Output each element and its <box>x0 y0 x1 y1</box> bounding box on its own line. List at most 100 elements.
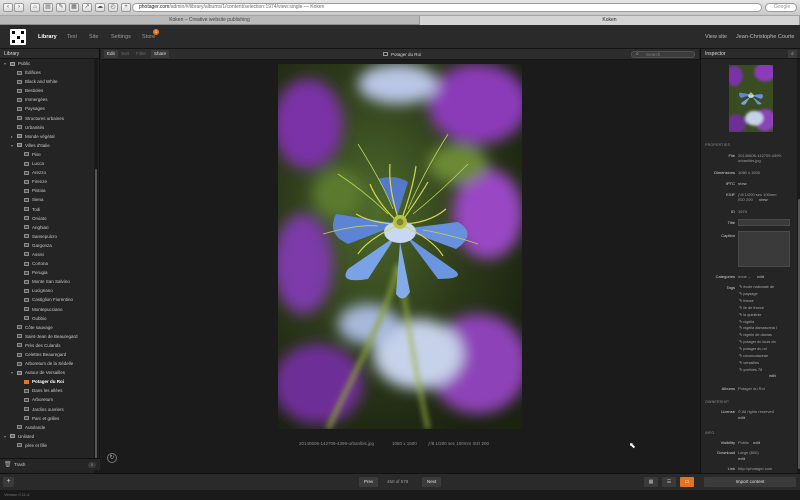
chevron-right-icon[interactable]: ▸ <box>11 132 13 141</box>
chevron-down-icon[interactable]: ▾ <box>4 59 6 68</box>
search-input[interactable]: ⌕ Search <box>631 51 695 58</box>
tag-item[interactable]: ✎ ile de france <box>739 305 764 310</box>
library-item[interactable]: Dans les allées <box>0 386 94 395</box>
tag-item[interactable]: ✎ france <box>739 298 754 303</box>
visibility-edit-link[interactable]: edit <box>753 440 760 445</box>
library-item[interactable]: Pise <box>0 150 94 159</box>
library-item[interactable]: Orviato <box>0 214 94 223</box>
tab-sort[interactable]: Sort <box>118 50 132 58</box>
exif-view-link[interactable]: view <box>759 197 768 202</box>
browser-search-input[interactable]: Google <box>765 3 797 12</box>
address-bar[interactable]: photager.com/admin/#/library/albums/1/co… <box>132 3 762 12</box>
library-item[interactable]: Pistoia <box>0 186 94 195</box>
license-edit-link[interactable]: edit <box>738 415 745 420</box>
library-item[interactable]: Celettes Beauregard <box>0 350 94 359</box>
library-item[interactable]: Cortona <box>0 259 94 268</box>
tag-item[interactable]: ✎ potager du louis xiv <box>739 339 776 344</box>
library-item[interactable]: Paysages <box>0 104 94 113</box>
library-item[interactable]: Lucca <box>0 159 94 168</box>
library-item[interactable]: père et fille <box>0 441 94 450</box>
library-item[interactable]: Todi <box>0 205 94 214</box>
library-item[interactable]: Castiglion Fiorentino <box>0 295 94 304</box>
library-item[interactable]: ▾ Villes d'Italie <box>0 141 94 150</box>
download-edit-link[interactable]: edit <box>738 456 745 461</box>
tag-item[interactable]: ✎ paysage <box>739 291 758 296</box>
nav-text[interactable]: Text <box>67 34 77 40</box>
caption-textarea[interactable] <box>738 231 790 267</box>
library-item[interactable]: Arboretum de la Sédelle <box>0 359 94 368</box>
library-scrollbar[interactable] <box>94 59 98 473</box>
library-item[interactable]: Gargonza <box>0 241 94 250</box>
wrench-icon[interactable]: ✎ <box>56 3 66 12</box>
library-item[interactable]: Sansepulcro <box>0 232 94 241</box>
bookmarks-icon[interactable]: ▤ <box>43 3 53 12</box>
tag-item[interactable]: ✎ versailles <box>739 360 759 365</box>
tag-item[interactable]: ✎ potager du roi <box>739 346 767 351</box>
home-icon[interactable]: ⌂ <box>30 3 40 12</box>
share-icon[interactable]: ↗ <box>82 3 92 12</box>
library-item[interactable]: ▾ Autour de Versailles <box>0 368 94 377</box>
nav-settings[interactable]: Settings <box>111 34 131 40</box>
chevron-down-icon[interactable]: ▾ <box>4 432 6 441</box>
library-item[interactable]: Assisi <box>0 250 94 259</box>
link-value[interactable]: http://photager.com <box>738 466 772 471</box>
library-item[interactable]: Black and White <box>0 77 94 86</box>
new-tab-icon[interactable]: + <box>121 3 131 12</box>
library-item[interactable]: Monte San Salvino <box>0 277 94 286</box>
nav-library[interactable]: Library <box>38 34 57 40</box>
library-item[interactable]: Immergées <box>0 95 94 104</box>
iptc-view-link[interactable]: view <box>738 181 747 186</box>
title-input[interactable] <box>738 219 790 226</box>
grid-view-icon[interactable]: ▦ <box>644 477 658 487</box>
tab-edit[interactable]: Edit <box>104 50 118 58</box>
browser-tab-1[interactable]: Koken – Creative website publishing <box>0 16 420 25</box>
user-name[interactable]: Jean-Christophe Courte <box>736 34 794 40</box>
library-item[interactable]: Firenze <box>0 177 94 186</box>
library-item[interactable]: Lucignano <box>0 286 94 295</box>
tag-item[interactable]: ✎ école nationale de <box>739 284 774 289</box>
library-item[interactable]: Arezzo <box>0 168 94 177</box>
tag-item[interactable]: ✎ nigelle de damas <box>739 332 772 337</box>
categories-edit-link[interactable]: edit <box>757 274 764 279</box>
library-item[interactable]: Urbanités <box>0 123 94 132</box>
nav-site[interactable]: Site <box>89 34 98 40</box>
library-item[interactable]: Autolande <box>0 423 94 432</box>
back-icon[interactable]: ‹ <box>3 3 13 12</box>
library-item[interactable]: ▾ Unlisted <box>0 432 94 441</box>
search-icon[interactable]: ⌕ <box>788 50 797 58</box>
library-item[interactable]: Jardins ouvriers <box>0 405 94 414</box>
next-button[interactable]: Next <box>422 477 442 487</box>
cloud-icon[interactable]: ☁ <box>95 3 105 12</box>
tag-item[interactable]: ✎ la quintinie <box>739 312 761 317</box>
rotate-icon[interactable]: ↻ <box>107 453 117 463</box>
koken-logo[interactable] <box>10 29 26 45</box>
library-item[interactable]: Potager du Roi <box>0 377 94 386</box>
add-icon[interactable]: + <box>3 477 14 487</box>
tags-edit-link[interactable]: edit <box>769 374 776 378</box>
library-item[interactable]: Montepucciano <box>0 305 94 314</box>
library-item[interactable]: Gubbio <box>0 314 94 323</box>
library-item[interactable]: Structures urbaines <box>0 114 94 123</box>
library-item[interactable]: Saint-Jean de Beauregard <box>0 332 94 341</box>
inspector-thumbnail[interactable] <box>729 65 773 132</box>
view-site-link[interactable]: View site <box>705 34 727 40</box>
library-item[interactable]: Bestioles <box>0 86 94 95</box>
tab-filter[interactable]: Filter <box>133 50 149 58</box>
library-item[interactable]: Parc et grilles <box>0 414 94 423</box>
trash-item[interactable]: 🗑 Trash 0 <box>0 458 100 470</box>
chevron-down-icon[interactable]: ▾ <box>11 141 13 150</box>
history-icon[interactable]: ◴ <box>108 3 118 12</box>
library-item[interactable]: Édifices <box>0 68 94 77</box>
main-photo[interactable] <box>278 64 522 429</box>
tab-share[interactable]: Share <box>151 50 170 58</box>
library-item[interactable]: Anghiari <box>0 223 94 232</box>
reader-icon[interactable]: ▦ <box>69 3 79 12</box>
library-item[interactable]: ▾ Public <box>0 59 94 68</box>
browser-tab-2[interactable]: Koken <box>420 16 800 25</box>
library-item[interactable]: Perugia <box>0 268 94 277</box>
forward-icon[interactable]: › <box>14 3 24 12</box>
chevron-down-icon[interactable]: ▾ <box>11 368 13 377</box>
library-item[interactable]: Arboretum <box>0 395 94 404</box>
tag-item[interactable]: ✎ yvelines 78 <box>739 367 762 372</box>
prev-button[interactable]: Prev <box>359 477 379 487</box>
